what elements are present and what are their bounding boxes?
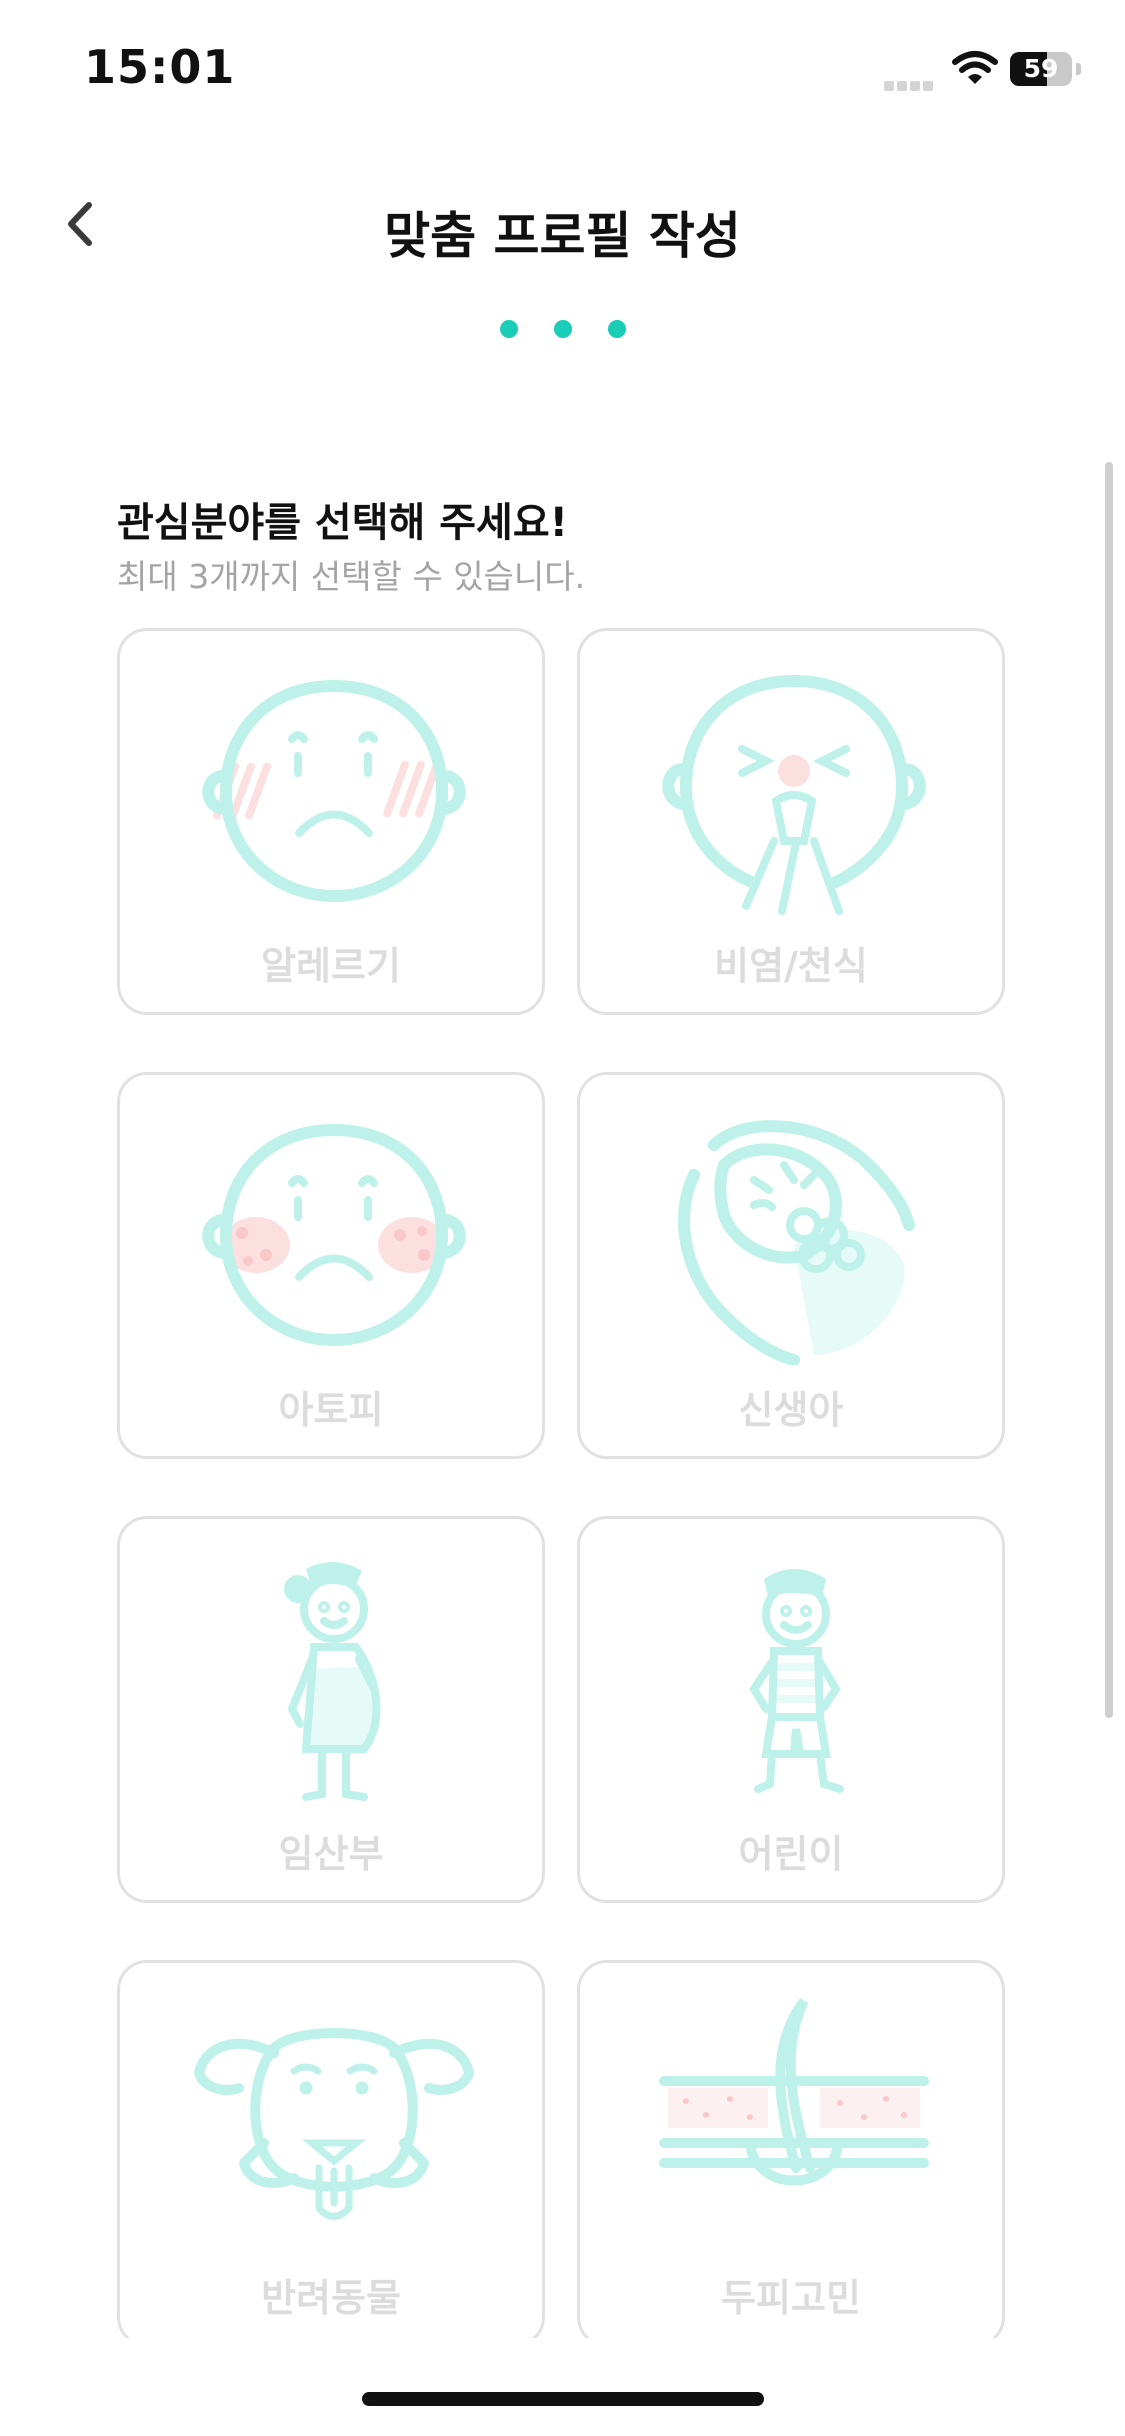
category-label: 반려동물 — [261, 2276, 401, 2320]
category-card-pet[interactable]: 반려동물 — [117, 1960, 545, 2338]
step-dot — [607, 320, 626, 338]
category-label: 임산부 — [278, 1832, 384, 1876]
category-label: 신생아 — [738, 1388, 844, 1432]
step-indicator — [0, 320, 1125, 344]
screen: 15:01 59 맞춤 프로필 작성 관심분야를 선택해 주세요! 최대 3개까… — [0, 0, 1125, 2436]
dog-icon — [194, 2028, 474, 2220]
category-card-scalp[interactable]: 두피고민 — [577, 1960, 1005, 2338]
sneeze-face-icon — [662, 675, 926, 915]
battery-percent: 59 — [1023, 54, 1059, 83]
atopy-face-icon — [202, 1124, 466, 1347]
category-grid: 알레르기 비염/천식 아토피 신생아 임산부 어린이 반려동물 두피고민 — [117, 628, 1005, 2338]
category-card-child[interactable]: 어린이 — [577, 1516, 1005, 1903]
category-card-newborn[interactable]: 신생아 — [577, 1072, 1005, 1459]
category-label: 두피고민 — [721, 2276, 861, 2320]
category-label: 어린이 — [738, 1832, 844, 1876]
cellular-signal-icon — [884, 72, 936, 91]
status-bar: 15:01 59 — [0, 0, 1125, 140]
category-card-allergy[interactable]: 알레르기 — [117, 628, 545, 1015]
category-label: 비염/천식 — [714, 944, 868, 988]
category-card-rhinitis[interactable]: 비염/천식 — [577, 628, 1005, 1015]
newborn-baby-icon — [678, 1120, 915, 1365]
child-icon — [749, 1569, 844, 1793]
status-time: 15:01 — [84, 40, 236, 94]
category-card-pregnant[interactable]: 임산부 — [117, 1516, 545, 1903]
home-indicator[interactable] — [362, 2392, 764, 2406]
step-dot — [499, 320, 518, 338]
category-label: 알레르기 — [261, 944, 401, 988]
wifi-icon — [952, 51, 998, 84]
scalp-hair-icon — [659, 1997, 929, 2186]
category-label: 아토피 — [278, 1388, 384, 1432]
section-heading: 관심분야를 선택해 주세요! — [117, 500, 568, 546]
step-dot — [553, 320, 572, 338]
category-scroll-area[interactable]: 알레르기 비염/천식 아토피 신생아 임산부 어린이 반려동물 두피고민 — [0, 624, 1125, 2338]
battery-icon: 59 — [1010, 52, 1072, 86]
allergy-face-icon — [202, 680, 466, 903]
category-card-atopy[interactable]: 아토피 — [117, 1072, 545, 1459]
page-title: 맞춤 프로필 작성 — [384, 207, 741, 265]
pregnant-woman-icon — [284, 1561, 381, 1801]
battery-tip — [1076, 63, 1081, 75]
section-subheading: 최대 3개까지 선택할 수 있습니다. — [117, 557, 586, 596]
